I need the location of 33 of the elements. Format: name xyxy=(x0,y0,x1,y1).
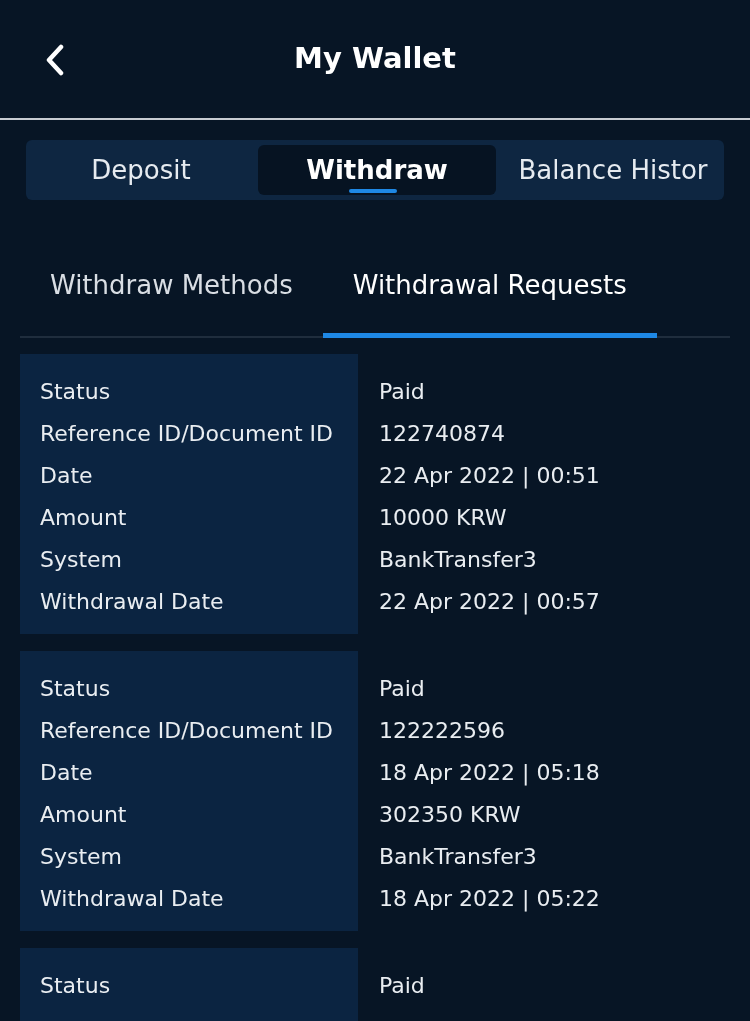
field-value: 122222596 xyxy=(379,717,506,745)
field-value: Paid xyxy=(379,378,426,406)
tab[interactable]: Balance Histor xyxy=(498,145,724,195)
field-value: Paid xyxy=(379,675,426,703)
field-label: Status xyxy=(40,972,112,1000)
field-label: System xyxy=(40,843,124,871)
back-icon[interactable] xyxy=(44,44,66,76)
field-label: Amount xyxy=(40,504,128,532)
field-value: 18 Apr 2022 | 05:22 xyxy=(379,885,600,914)
field-label: Amount xyxy=(40,801,128,829)
tab[interactable]: Deposit xyxy=(26,145,256,195)
field-value: BankTransfer3 xyxy=(379,546,538,574)
field-label: Reference ID/Document ID xyxy=(40,420,334,448)
field-label: Withdrawal Date xyxy=(40,885,225,913)
field-value: 22 Apr 2022 | 00:51 xyxy=(379,462,600,491)
field-label: Date xyxy=(40,759,94,787)
sub-tab[interactable]: Withdraw Methods xyxy=(20,238,323,338)
field-label: System xyxy=(40,546,124,574)
field-value: 302350 KRW xyxy=(379,801,522,829)
field-value: 10000 KRW xyxy=(379,504,508,532)
field-value: Paid xyxy=(379,972,425,1000)
field-label: Status xyxy=(40,378,112,406)
field-label: Status xyxy=(40,675,112,703)
sub-tab[interactable]: Withdrawal Requests xyxy=(322,238,657,338)
field-label: Date xyxy=(40,462,94,490)
field-value: BankTransfer3 xyxy=(379,843,538,871)
field-value: 122740874 xyxy=(379,420,506,448)
field-label: Reference ID/Document ID xyxy=(40,717,334,745)
tab[interactable]: Withdraw xyxy=(258,145,496,195)
field-value: 22 Apr 2022 | 00:57 xyxy=(379,588,600,617)
page-title: My Wallet xyxy=(294,40,456,78)
field-label: Withdrawal Date xyxy=(40,588,225,616)
field-value: 18 Apr 2022 | 05:18 xyxy=(379,759,600,788)
